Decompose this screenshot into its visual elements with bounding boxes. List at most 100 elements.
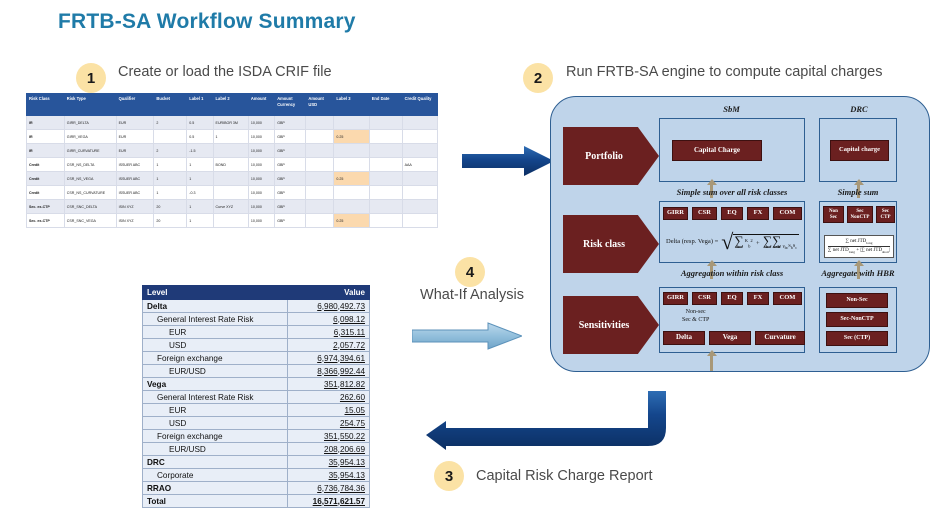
results-cell-value: 351,812.82 <box>287 377 370 391</box>
sens-measure-box-curvature: Curvature <box>755 331 805 345</box>
table-row: Corporate 35,954.13 <box>142 468 370 482</box>
crif-col-label3: Label 3 <box>333 93 370 116</box>
sbm-risk-class-panel: GIRR CSR EQ FX COM Delta (resp. Vega) = √ ∑ b… <box>659 201 805 263</box>
arrow-step2-to-step3 <box>426 391 666 450</box>
table-row: USD 254.75 <box>142 416 370 430</box>
crif-col-risk-class: Risk Class <box>26 93 65 116</box>
crif-cell-amount_usd <box>305 213 335 228</box>
crif-cell-label2 <box>212 213 249 228</box>
results-cell-label: Vega <box>142 377 288 391</box>
results-cell-label: Total <box>142 494 288 508</box>
drc-sensitivities-panel: Non-Sec Sec-NonCTP Sec (CTP) <box>819 287 897 353</box>
results-cell-value: 6,736,784.36 <box>287 481 370 495</box>
crif-cell-risk_type: GIRR_DELTA <box>63 115 117 130</box>
drc-sens-box-sec-ctp-: Sec (CTP) <box>826 331 888 346</box>
crif-cell-credit_quality <box>401 115 439 130</box>
results-cell-value: 6,980,492.73 <box>287 299 370 313</box>
crif-cell-amount_usd <box>305 157 335 172</box>
table-row: Credit CSR_NS_DELTA ISSUER ABC 1 1 BOND 10,000… <box>26 157 439 172</box>
crif-cell-amount_usd <box>305 185 335 200</box>
crif-cell-label3: 0.25 <box>333 171 370 186</box>
table-row: Vega 351,812.82 <box>142 377 370 391</box>
results-cell-value: 2,057.72 <box>287 338 370 352</box>
crif-cell-label3 <box>333 143 370 158</box>
crif-cell-label1: 1 <box>186 199 214 214</box>
drc-column-header: DRC <box>850 104 868 114</box>
table-row: EUR/USD 8,366,992.44 <box>142 364 370 378</box>
crif-cell-qualifier: ISIN XYZ <box>115 213 155 228</box>
results-cell-value: 6,974,394.61 <box>287 351 370 365</box>
crif-cell-label1: 1 <box>186 213 214 228</box>
crif-cell-qualifier: ISSUER ABC <box>115 157 155 172</box>
results-cell-label: USD <box>142 338 288 352</box>
crif-col-label1: Label 1 <box>186 93 214 116</box>
crif-cell-label3 <box>333 115 370 130</box>
crif-cell-risk_class: IR <box>26 129 65 144</box>
crif-cell-bucket: 2 <box>153 115 188 130</box>
results-cell-value: 16,571,621.57 <box>287 494 370 508</box>
crif-cell-amount: 10,000 <box>247 213 276 228</box>
table-row: EUR/USD 208,206.69 <box>142 442 370 456</box>
crif-cell-credit_quality <box>401 171 439 186</box>
drc-sens-box-non-sec: Non-Sec <box>826 293 888 308</box>
capital-risk-charge-table: Level Value Delta 6,980,492.73 General Int… <box>142 285 370 508</box>
arrow-step1-to-step2 <box>462 146 554 176</box>
results-cell-value: 15.05 <box>287 403 370 417</box>
crif-cell-risk_class: Sec. ex-CTP <box>26 199 65 214</box>
drc-aggregation-label-top: Simple sum <box>837 187 879 197</box>
crif-cell-qualifier: ISSUER ABC <box>115 185 155 200</box>
crif-cell-qualifier: ISIN XYZ <box>115 199 155 214</box>
crif-cell-risk_type: CSR_NS_CURVATURE <box>63 185 117 200</box>
results-cell-value: 254.75 <box>287 416 370 430</box>
table-row: EUR 6,315.11 <box>142 325 370 339</box>
sbm-aggregation-label-top: Simple sum over all risk classes <box>676 187 788 197</box>
crif-cell-label2 <box>212 185 249 200</box>
crif-cell-risk_type: CSR_SNC_VEGA <box>63 213 117 228</box>
sbm-risk-class-box-girr: GIRR <box>663 207 688 220</box>
crif-col-qualifier: Qualifier <box>115 93 155 116</box>
crif-cell-end_date <box>368 143 403 158</box>
table-row: General Interest Rate Risk 262.60 <box>142 390 370 404</box>
crif-cell-bucket: 1 <box>153 185 188 200</box>
crif-cell-risk_type: CSR_NS_VEGA <box>63 171 117 186</box>
crif-cell-label3: 0.25 <box>333 213 370 228</box>
crif-cell-amount: 10,000 <box>247 143 276 158</box>
crif-cell-credit_quality <box>401 143 439 158</box>
crif-cell-amount_currency: GBP <box>274 143 307 158</box>
sbm-risk-class-box-com: COM <box>773 207 802 220</box>
crif-cell-qualifier: ISSUER ABC <box>115 171 155 186</box>
table-row: Credit CSR_NS_VEGA ISSUER ABC 1 1 10,000 GBP 0.… <box>26 171 439 186</box>
formula-lhs: Delta (resp. Vega) = <box>666 238 719 246</box>
step-label-2: Run FRTB-SA engine to compute capital ch… <box>566 64 883 80</box>
crif-cell-label1: -1.5 <box>186 143 214 158</box>
table-row: IR GIRR_DELTA EUR 2 0.5 EURIBOR 3M 10,000 GBP <box>26 115 439 130</box>
results-cell-label: EUR <box>142 325 288 339</box>
crif-cell-end_date <box>368 115 403 130</box>
crif-col-credit-quality: Credit Quality <box>401 93 439 116</box>
hbr-denominator: ∑ net JTDlong + |∑ net JTDshort| <box>827 248 891 254</box>
crif-col-end-date: End Date <box>368 93 403 116</box>
crif-cell-risk_type: CSR_SNC_DELTA <box>63 199 117 214</box>
sbm-risk-class-box-eq: EQ <box>721 207 743 220</box>
table-row: Foreign exchange 351,550.22 <box>142 429 370 443</box>
results-cell-value: 351,550.22 <box>287 429 370 443</box>
results-cell-value: 208,206.69 <box>287 442 370 456</box>
crif-cell-label1: -0.3 <box>186 185 214 200</box>
results-col-value: Value <box>287 285 370 300</box>
step-badge-1: 1 <box>76 63 106 93</box>
step-label-1: Create or load the ISDA CRIF file <box>118 64 332 80</box>
crif-cell-label2: EURIBOR 3M <box>212 115 249 130</box>
crif-cell-label2: BOND <box>212 157 249 172</box>
connector-arrow-diagram-input <box>706 350 717 371</box>
sbm-sensitivities-panel: GIRR CSR EQ FX COM Non-sec Sec & CTP Delta Ve… <box>659 287 805 353</box>
crif-cell-risk_class: Credit <box>26 171 65 186</box>
sens-note-line2: Sec & CTP <box>682 316 710 323</box>
results-cell-label: Corporate <box>142 468 288 482</box>
sens-measure-box-delta: Delta <box>663 331 705 345</box>
crif-table: Risk Class Risk Type Qualifier Bucket La… <box>26 93 439 228</box>
crif-cell-qualifier: EUR <box>115 115 155 130</box>
sens-measure-box-vega: Vega <box>709 331 751 345</box>
drc-aggregation-label-bottom: Aggregate with HBR <box>821 268 895 278</box>
sens-risk-class-box-com: COM <box>773 292 802 305</box>
crif-cell-label1: 0.5 <box>186 115 214 130</box>
